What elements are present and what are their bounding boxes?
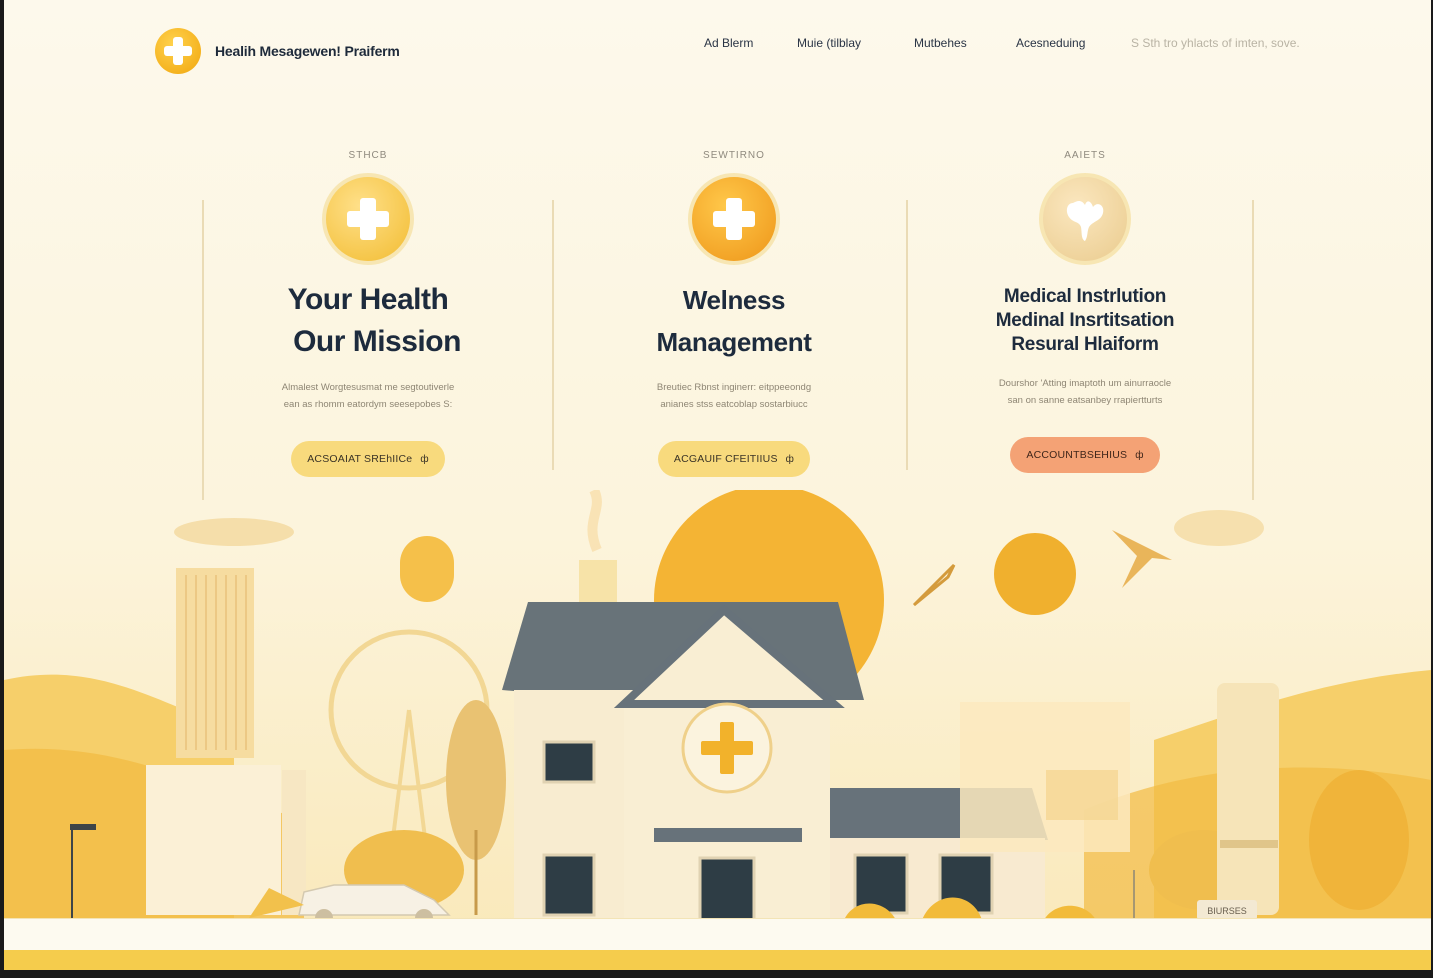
- cloud-icon: [1174, 510, 1264, 546]
- arrow-icon: ф: [785, 454, 795, 465]
- silo-icon: [1217, 683, 1279, 915]
- card-kicker: AAIETS: [1064, 150, 1106, 161]
- window-icon: [542, 853, 596, 917]
- divider-line: [906, 200, 908, 470]
- hero-illustration: BIURSES: [4, 490, 1431, 970]
- card-description: Breutiec Rbnst inginerr: eitppeeondg ani…: [656, 382, 812, 410]
- card-kicker: STHCB: [348, 150, 388, 161]
- sign-text: BIURSES: [1207, 906, 1247, 916]
- brand-name: Healih Mesagewen! Praiferm: [215, 43, 400, 59]
- card-heading: Medical Instrlution Medinal Insrtitsatio…: [995, 286, 1175, 355]
- card-description: Dourshor 'Atting imaptoth um ainurraocle…: [998, 378, 1172, 406]
- smoke-icon: [587, 490, 602, 552]
- bird-icon: [1112, 530, 1172, 588]
- plus-icon: [688, 173, 780, 265]
- card-cta-button[interactable]: ACSOAIAT SREhIICe ф: [291, 441, 445, 477]
- medical-cross-logo-icon: [155, 28, 201, 74]
- tower-icon: [176, 568, 254, 758]
- page-frame: Healih Mesagewen! Praiferm Ad Blerm Muie…: [4, 0, 1431, 970]
- search-placeholder-text[interactable]: S Sth tro yhlacts of imten, sove.: [1131, 36, 1300, 50]
- tooth-icon: [1039, 173, 1131, 265]
- arrow-icon: ф: [420, 454, 429, 465]
- orb-icon: [994, 533, 1076, 615]
- divider-line: [1252, 200, 1254, 500]
- nav-item-3[interactable]: Mutbehes: [914, 36, 967, 50]
- card-cta-button[interactable]: ACGAUIF CFEITIIUS ф: [657, 441, 811, 477]
- brand-logo[interactable]: Healih Mesagewen! Praiferm: [155, 28, 400, 74]
- divider-line: [552, 200, 554, 470]
- plus-icon: [322, 173, 414, 265]
- ground-band: [4, 950, 1431, 970]
- ground-strip: [4, 918, 1431, 952]
- cloud-icon: [174, 518, 294, 546]
- nav-item-1[interactable]: Ad Blerm: [704, 36, 753, 50]
- divider-line: [202, 200, 204, 500]
- feature-card-wellness: SEWTIRNO Welness Management Breutiec Rbn…: [574, 150, 894, 477]
- door-icon: [698, 856, 756, 922]
- orb-icon: [400, 536, 454, 602]
- arrow-icon: ф: [1135, 450, 1144, 461]
- feature-card-health: STHCB Your Health Our Mission Almalest W…: [208, 150, 528, 477]
- card-heading: Welness Management: [656, 285, 812, 357]
- nav-item-4[interactable]: Acesneduing: [1016, 36, 1085, 50]
- building-icon: [146, 765, 281, 915]
- nav-item-2[interactable]: Muie (tilblay: [797, 36, 861, 50]
- card-kicker: SEWTIRNO: [703, 150, 765, 161]
- card-heading: Your Health Our Mission: [287, 283, 462, 358]
- feature-card-medical: AAIETS Medical Instrlution Medinal Insrt…: [925, 150, 1245, 473]
- card-cta-button[interactable]: ACCOUNTBSEHIUS ф: [1010, 437, 1160, 473]
- bush-icon: [1309, 770, 1409, 910]
- bird-icon: [912, 563, 956, 607]
- card-description: Almalest Worgtesusmat me segtoutiverle e…: [281, 382, 455, 410]
- window-icon: [542, 740, 596, 784]
